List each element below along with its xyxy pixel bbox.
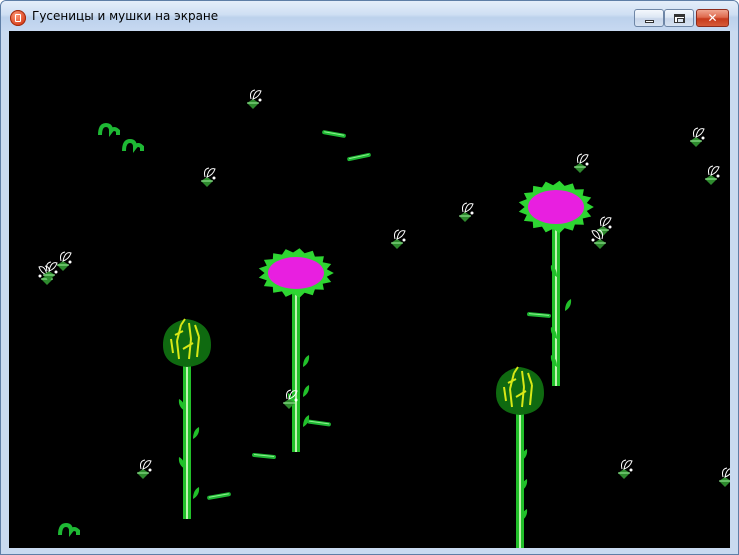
fly-15	[719, 467, 730, 487]
window-title: Гусеницы и мушки на экране	[32, 9, 219, 23]
fly-11	[705, 165, 720, 185]
flower-bud-2	[496, 366, 544, 548]
fly-1	[247, 89, 262, 109]
caterpillar-3	[322, 130, 346, 138]
close-icon: ✕	[707, 11, 718, 25]
canvas-area[interactable]	[9, 31, 730, 548]
fly-5	[391, 229, 406, 249]
caterpillar-9	[58, 522, 80, 537]
flower-bloom-1	[258, 248, 334, 452]
title-bar[interactable]: Гусеницы и мушки на экране ✕	[1, 1, 738, 31]
fly-10	[690, 127, 705, 147]
fly-13	[137, 459, 152, 479]
maximize-button[interactable]	[664, 9, 694, 27]
fly-14	[618, 459, 633, 479]
caterpillar-2	[122, 138, 144, 153]
caterpillar-1	[98, 122, 120, 137]
fly-2	[201, 167, 216, 187]
fly-7	[574, 153, 589, 173]
app-icon[interactable]	[10, 10, 26, 26]
flower-bloom-2	[518, 180, 594, 386]
minimize-icon	[645, 20, 654, 23]
caterpillar-6	[307, 419, 331, 427]
fly-3	[57, 251, 72, 271]
caterpillar-7	[252, 452, 276, 460]
caterpillar-5	[527, 312, 551, 318]
scene-canvas	[38, 89, 730, 548]
caterpillar-8	[207, 492, 231, 500]
maximize-icon	[674, 14, 685, 23]
minimize-button[interactable]	[634, 9, 664, 27]
caterpillar-4	[347, 152, 371, 162]
fly-8	[597, 216, 612, 236]
fly-6	[459, 202, 474, 222]
flower-bud-1	[163, 318, 211, 519]
app-window: Гусеницы и мушки на экране ✕	[0, 0, 739, 555]
close-button[interactable]: ✕	[696, 9, 729, 27]
